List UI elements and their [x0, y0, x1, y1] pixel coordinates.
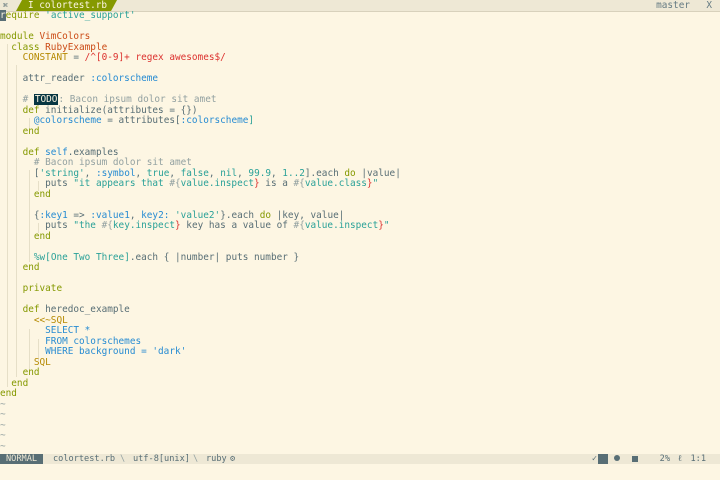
code-line: require 'active_support' — [0, 10, 136, 21]
status-filetype: ruby — [206, 454, 227, 464]
code-line: end — [0, 230, 51, 242]
code-line: end — [0, 188, 51, 200]
block-icon — [598, 454, 608, 464]
square-icon — [632, 456, 638, 462]
cursor: r — [0, 10, 6, 21]
code-line: private — [0, 283, 63, 294]
check-icon: ✓ — [591, 454, 597, 464]
status-filename: colortest.rb — [53, 454, 116, 464]
close-tab-button[interactable]: X — [706, 0, 712, 11]
git-branch: master — [656, 0, 690, 11]
ruby-icon: ⚙ — [230, 454, 236, 464]
line-icon: ℓ — [677, 454, 682, 464]
command-line[interactable] — [0, 464, 720, 480]
status-percent: 2% — [659, 454, 670, 464]
code-line: puts "the #{key.inspect} key has a value… — [0, 220, 390, 231]
code-line: end — [0, 262, 40, 273]
status-encoding: utf-8[unix] — [133, 454, 190, 464]
separator: \ — [120, 454, 126, 464]
code-line: end — [0, 125, 40, 137]
statusline: NORMAL colortest.rb \ utf-8[unix] \ ruby… — [0, 454, 720, 464]
status-position: 1:1 — [690, 454, 706, 464]
dot-icon — [614, 455, 620, 461]
empty-line-marker: ~ — [0, 440, 6, 452]
separator: \ — [193, 454, 199, 464]
code-line: CONSTANT = /^[0-9]+ regex awesomes$/ — [0, 52, 226, 63]
code-line: %w[One Two Three].each { |number| puts n… — [33, 251, 300, 263]
mode-indicator: NORMAL — [0, 454, 44, 464]
code-line: attr_reader :colorscheme — [0, 73, 159, 84]
code-line: puts "it appears that #{value.inspect} i… — [0, 178, 379, 189]
editor-buffer[interactable]: require 'active_support' module VimColors… — [0, 10, 720, 454]
